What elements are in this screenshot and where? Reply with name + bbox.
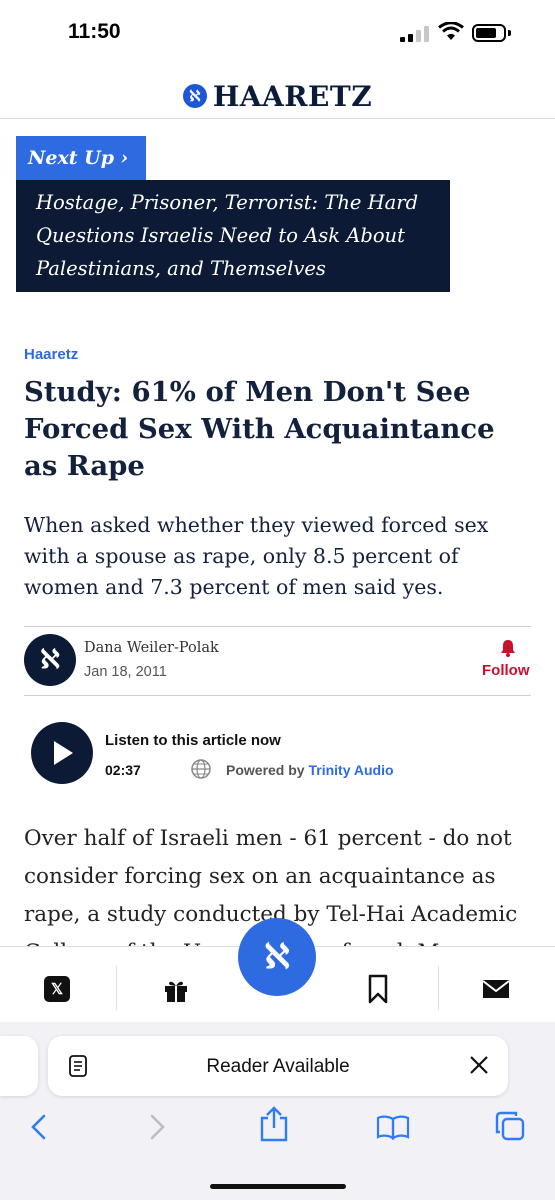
share-icon[interactable] [258,1106,290,1142]
bookmark-icon[interactable] [368,974,388,1004]
byline-top-divider [24,626,531,627]
audio-duration: 02:37 [105,762,141,778]
powered-by-label: Powered by [226,762,305,778]
logo-text: HAARETZ [212,79,373,113]
reader-available-label[interactable]: Reader Available [48,1056,508,1078]
article-subhead: When asked whether they viewed forced se… [24,513,489,599]
battery-icon [472,24,506,42]
article-source[interactable]: Haaretz [24,346,78,363]
bookmarks-book-icon[interactable] [376,1114,410,1140]
header-divider [0,118,555,119]
publish-date: Jan 18, 2011 [84,664,167,680]
author-avatar[interactable]: ℵ [24,634,76,686]
play-button[interactable] [31,722,93,784]
toolbar-divider [116,966,117,1010]
next-up-title[interactable]: Hostage, Prisoner, Terrorist: The Hard Q… [36,186,436,285]
close-icon[interactable] [466,1052,492,1078]
haaretz-logo[interactable]: ℵ HAARETZ [0,76,555,116]
next-up-button[interactable]: Next Up › [16,136,146,180]
haaretz-home-button[interactable]: ℵ [238,918,316,996]
mail-icon[interactable] [482,978,510,1000]
share-x-button[interactable]: 𝕏 [44,976,70,1002]
previous-tab-edge[interactable] [0,1036,38,1096]
audio-title: Listen to this article now [105,732,281,749]
battery-nub [508,30,511,36]
forward-icon[interactable] [146,1112,168,1142]
bell-icon[interactable] [498,638,518,658]
gift-icon[interactable] [162,976,190,1004]
tabs-icon[interactable] [494,1110,526,1142]
wifi-icon [438,22,464,40]
play-icon [54,741,73,765]
cellular-signal-icon [400,26,429,42]
logo-mark-icon: ℵ [182,84,207,108]
trinity-audio-link[interactable]: Trinity Audio [308,762,393,778]
byline-bottom-divider [24,695,531,696]
article-headline: Study: 61% of Men Don't See Forced Sex W… [24,376,495,482]
toolbar-divider [438,966,439,1010]
powered-by[interactable]: Powered by Trinity Audio [226,762,394,778]
author-name[interactable]: Dana Weiler-Polak [84,640,219,656]
back-icon[interactable] [28,1112,50,1142]
status-time: 11:50 [68,20,121,43]
home-indicator [210,1184,346,1189]
follow-button[interactable]: Follow [482,662,530,679]
globe-icon [191,759,211,779]
